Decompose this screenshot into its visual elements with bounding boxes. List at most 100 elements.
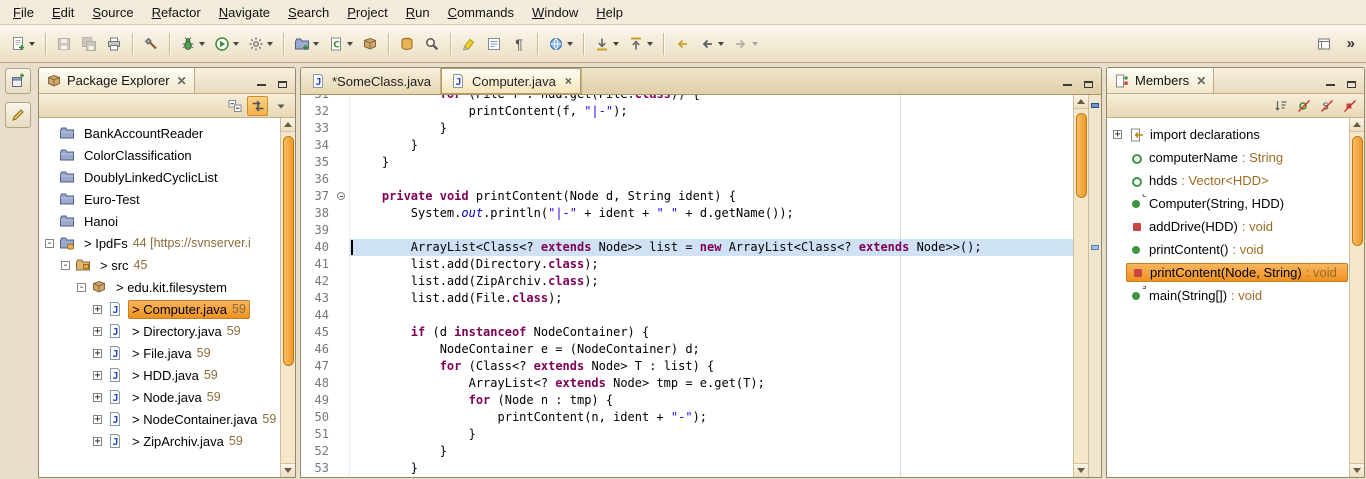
minimize-button[interactable] <box>1321 73 1339 89</box>
members-list[interactable]: +import declarationscomputerName: String… <box>1107 118 1364 477</box>
code-line[interactable]: } <box>350 443 1073 460</box>
member-item[interactable]: printContent(Node, String): void <box>1113 261 1348 284</box>
code-line[interactable]: } <box>350 120 1073 137</box>
menu-run[interactable]: Run <box>397 2 439 23</box>
link-with-editor-button[interactable] <box>247 96 268 116</box>
editor-content[interactable]: 31 for (File f : hdd.get(File.class)) {3… <box>301 95 1101 477</box>
tree-item[interactable]: +J> Directory.java59 <box>39 320 279 342</box>
sort-button[interactable] <box>1270 96 1291 116</box>
member-item[interactable]: +import declarations <box>1113 123 1348 146</box>
dropdown-arrow-icon[interactable] <box>347 42 353 46</box>
menu-source[interactable]: Source <box>83 2 142 23</box>
open-perspective-button[interactable] <box>1312 31 1336 57</box>
tree-expander[interactable]: + <box>93 305 102 314</box>
tree-expander[interactable]: + <box>93 327 102 336</box>
tree-item[interactable]: BankAccountReader <box>39 122 279 144</box>
code-line[interactable]: NodeContainer e = (NodeContainer) d; <box>350 341 1073 358</box>
maximize-button[interactable] <box>1079 73 1097 89</box>
dropdown-arrow-icon[interactable] <box>199 42 205 46</box>
hide-static-members-button[interactable]: S <box>1316 96 1337 116</box>
collapse-all-button[interactable] <box>224 96 245 116</box>
member-item[interactable]: cComputer(String, HDD) <box>1113 192 1348 215</box>
dropdown-arrow-icon[interactable] <box>267 42 273 46</box>
code-line[interactable]: if (d instanceof NodeContainer) { <box>350 324 1073 341</box>
code-line[interactable]: } <box>350 137 1073 154</box>
dropdown-arrow-icon[interactable] <box>567 42 573 46</box>
tree-item[interactable]: +J> HDD.java59 <box>39 364 279 386</box>
code-line[interactable] <box>350 222 1073 239</box>
package-explorer-tree[interactable]: BankAccountReaderColorClassificationDoub… <box>39 118 295 477</box>
hide-non-public-members-button[interactable] <box>1339 96 1360 116</box>
build-all-button[interactable] <box>139 31 163 57</box>
tree-item[interactable]: -> IpdFs44 [https://svnserver.i <box>39 232 279 254</box>
overview-ruler[interactable] <box>1088 95 1101 477</box>
tree-expander[interactable]: - <box>77 283 86 292</box>
tree-item[interactable]: -> edu.kit.filesystem <box>39 276 279 298</box>
show-selected-element-button[interactable] <box>482 31 506 57</box>
print-button[interactable] <box>102 31 126 57</box>
code-line[interactable] <box>350 171 1073 188</box>
tree-item[interactable]: +J> File.java59 <box>39 342 279 364</box>
tab-members[interactable]: Members ✕ <box>1107 68 1214 93</box>
scrollbar-thumb[interactable] <box>283 136 294 366</box>
tree-expander[interactable]: + <box>93 371 102 380</box>
restore-view-button[interactable] <box>5 68 31 94</box>
menu-help[interactable]: Help <box>587 2 632 23</box>
tree-expander[interactable]: + <box>93 415 102 424</box>
scroll-up-arrow[interactable] <box>1074 95 1088 109</box>
maximize-button[interactable] <box>273 73 291 89</box>
tree-expander[interactable]: - <box>61 261 70 270</box>
scroll-down-arrow[interactable] <box>281 463 295 477</box>
code-line[interactable]: for (Node n : tmp) { <box>350 392 1073 409</box>
dropdown-arrow-icon[interactable] <box>647 42 653 46</box>
new-java-project-button[interactable] <box>290 31 323 57</box>
member-item[interactable]: smain(String[]): void <box>1113 284 1348 307</box>
code-line[interactable]: private void printContent(Node d, String… <box>350 188 1073 205</box>
scrollbar-thumb[interactable] <box>1076 113 1087 198</box>
member-expander[interactable]: + <box>1113 130 1122 139</box>
tree-item[interactable]: +J> Node.java59 <box>39 386 279 408</box>
editor-vertical-scrollbar[interactable] <box>1073 95 1088 477</box>
open-console-button[interactable] <box>395 31 419 57</box>
fold-column[interactable] <box>335 188 350 205</box>
dropdown-arrow-icon[interactable] <box>718 42 724 46</box>
back-button[interactable] <box>695 31 728 57</box>
code-editor[interactable]: 31 for (File f : hdd.get(File.class)) {3… <box>301 95 1073 477</box>
tree-expander[interactable]: - <box>45 239 54 248</box>
tree-item[interactable]: -> src45 <box>39 254 279 276</box>
tab-package-explorer[interactable]: Package Explorer ✕ <box>39 68 195 93</box>
menu-project[interactable]: Project <box>338 2 396 23</box>
editor-tab-computerjava[interactable]: JComputer.java× <box>441 68 582 94</box>
code-line[interactable]: list.add(ZipArchiv.class); <box>350 273 1073 290</box>
debug-button[interactable] <box>176 31 209 57</box>
minimize-button[interactable] <box>252 73 270 89</box>
code-line[interactable]: } <box>350 154 1073 171</box>
menu-refactor[interactable]: Refactor <box>143 2 210 23</box>
member-item[interactable]: hdds: Vector<HDD> <box>1113 169 1348 192</box>
dropdown-arrow-icon[interactable] <box>752 42 758 46</box>
close-icon[interactable]: × <box>565 74 572 88</box>
tree-expander[interactable]: + <box>93 437 102 446</box>
dropdown-arrow-icon[interactable] <box>613 42 619 46</box>
tree-vertical-scrollbar[interactable] <box>280 118 295 477</box>
dropdown-arrow-icon[interactable] <box>313 42 319 46</box>
editor-shortcut-button[interactable] <box>5 102 31 128</box>
code-line[interactable]: } <box>350 460 1073 477</box>
overview-marker[interactable] <box>1091 245 1099 250</box>
members-vertical-scrollbar[interactable] <box>1349 118 1364 477</box>
next-annotation-button[interactable] <box>590 31 623 57</box>
scrollbar-thumb[interactable] <box>1352 136 1363 246</box>
tree-item[interactable]: +J> ZipArchiv.java59 <box>39 430 279 452</box>
menu-file[interactable]: File <box>4 2 43 23</box>
member-item[interactable]: computerName: String <box>1113 146 1348 169</box>
code-line[interactable]: for (File f : hdd.get(File.class)) { <box>350 95 1073 103</box>
view-menu-button[interactable] <box>270 96 291 116</box>
code-line[interactable]: list.add(File.class); <box>350 290 1073 307</box>
tree-item[interactable]: Hanoi <box>39 210 279 232</box>
search-button[interactable] <box>420 31 444 57</box>
toolbar-overflow-chevron[interactable]: » <box>1342 35 1360 52</box>
menu-search[interactable]: Search <box>279 2 338 23</box>
scroll-down-arrow[interactable] <box>1350 463 1364 477</box>
external-tools-button[interactable] <box>244 31 277 57</box>
save-all-button[interactable] <box>77 31 101 57</box>
